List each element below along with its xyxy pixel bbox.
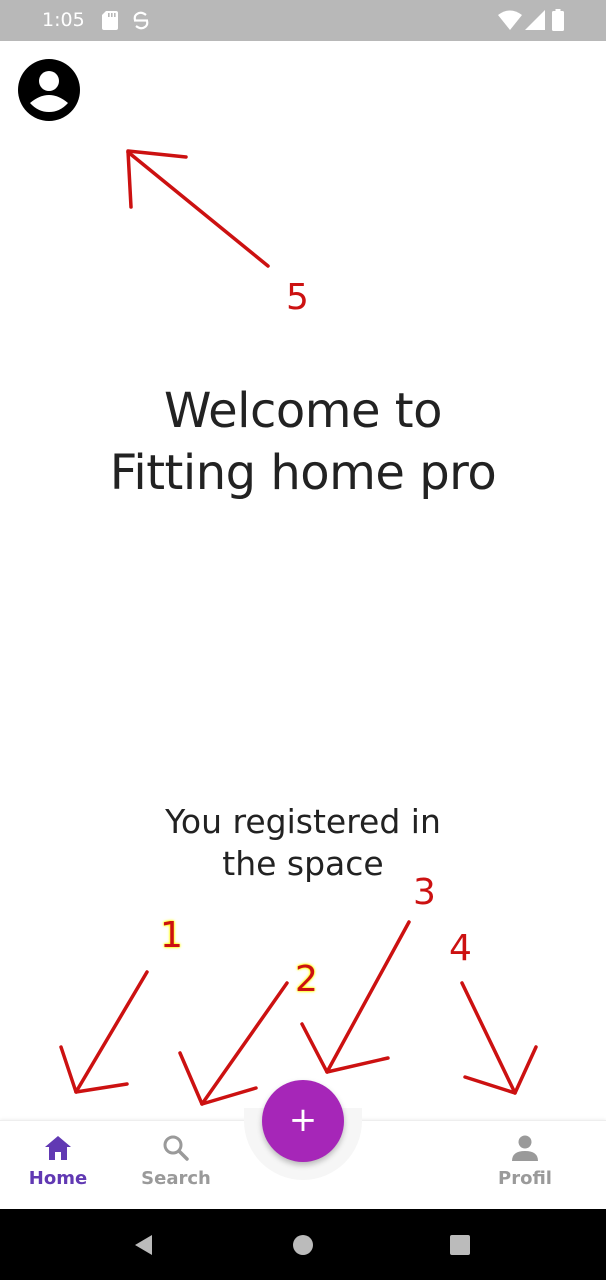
home-icon [45,1136,71,1160]
welcome-title-line1: Welcome to [163,383,443,439]
annotation-number-2: 2 [295,959,318,1000]
annotation-number-3: 3 [413,872,436,913]
app-screen: 1:05 Welcome to Fitting home pro You reg… [0,0,606,1280]
account-avatar-button[interactable] [18,59,80,121]
welcome-title-line2: Fitting home pro [109,445,497,501]
sd-card-icon [102,11,118,30]
signal-icon [525,10,545,30]
nav-item-profil-label: Profil [498,1168,552,1189]
registered-message: You registered in the space [0,801,606,885]
sync-disabled-icon [133,11,149,30]
plus-icon: + [288,1100,318,1140]
account-circle-icon [18,59,80,121]
add-fab-button[interactable]: + [262,1080,344,1162]
battery-icon [552,9,564,31]
nav-item-search-label: Search [141,1168,211,1189]
welcome-title: Welcome to Fitting home pro [0,380,606,504]
wifi-icon [498,10,522,30]
person-icon [512,1135,538,1161]
nav-item-home-label: Home [28,1168,88,1189]
status-bar: 1:05 [0,0,606,41]
system-navigation-bar [0,1209,606,1280]
recents-icon[interactable] [449,1234,471,1256]
registered-message-line1: You registered in [165,802,441,841]
home-circle-icon[interactable] [292,1234,314,1256]
nav-item-home[interactable]: Home [3,1134,113,1200]
back-icon[interactable] [132,1233,156,1257]
annotation-number-4: 4 [449,928,472,969]
annotation-number-1: 1 [160,915,183,956]
status-time: 1:05 [42,9,85,31]
annotation-number-5: 5 [286,277,309,318]
nav-item-search[interactable]: Search [121,1134,231,1200]
registered-message-line2: the space [222,844,384,883]
search-icon [163,1135,189,1161]
nav-item-profil[interactable]: Profil [470,1134,580,1200]
